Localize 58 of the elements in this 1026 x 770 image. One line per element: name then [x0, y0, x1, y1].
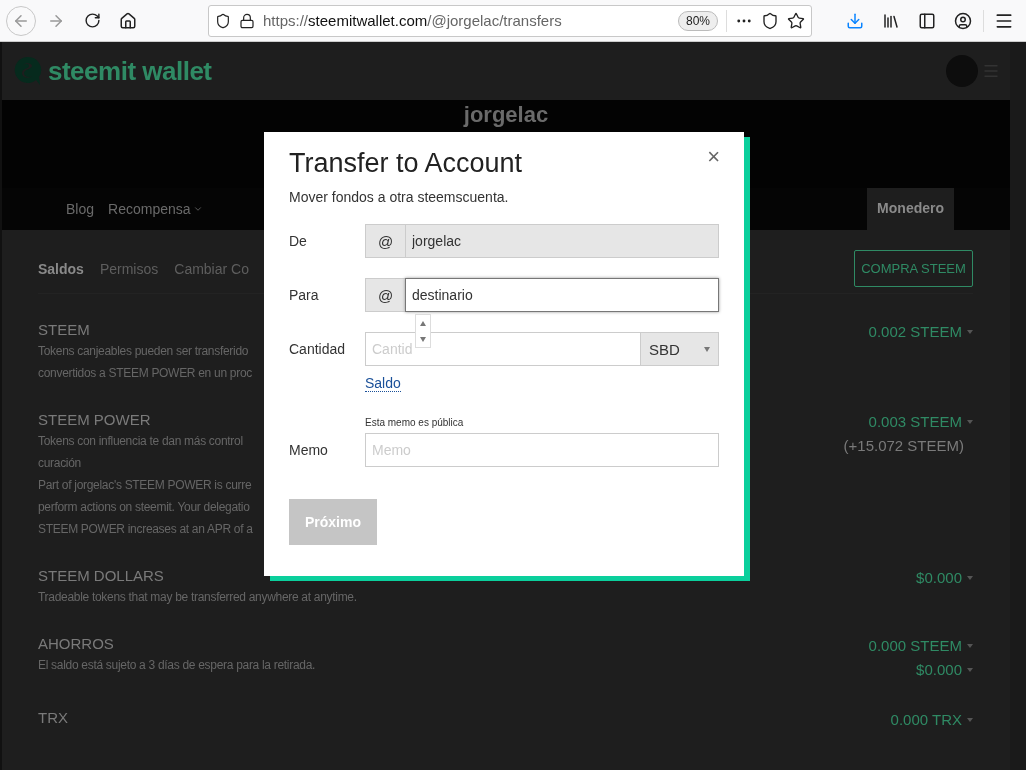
- address-bar[interactable]: https://steemitwallet.com/@jorgelac/transfers 80%: [208, 4, 812, 37]
- logo-icon: [12, 55, 42, 87]
- close-button[interactable]: ×: [707, 144, 720, 170]
- field-label: Para: [289, 287, 320, 303]
- balance-amount[interactable]: 0.003 STEEM: [868, 410, 973, 434]
- account-icon: [954, 11, 972, 30]
- currency-select[interactable]: SBD: [641, 332, 719, 366]
- balance-description: Part of jorgelac's STEEM POWER is curre: [38, 477, 253, 494]
- field-label: De: [289, 233, 308, 249]
- balance-name: STEEM: [38, 320, 91, 340]
- at-prefix: @: [365, 224, 405, 258]
- balance-amount[interactable]: 0.000 STEEM: [868, 634, 973, 658]
- balance-name: TRX: [38, 708, 68, 728]
- wallet-subtab[interactable]: Cambiar Co: [174, 260, 249, 277]
- lock-icon: [239, 12, 255, 29]
- wallet-subtab[interactable]: Saldos: [38, 260, 84, 277]
- reload-icon: [83, 12, 101, 29]
- balance-description: El saldo está sujeto a 3 días de espera para la retirada.: [38, 657, 316, 674]
- field-label: Memo: [289, 442, 329, 458]
- balance-description: Tokens canjeables pueden ser transferido: [38, 343, 250, 360]
- balance-amount: (+15.072 STEEM): [843, 436, 964, 456]
- balance-description: Tradeable tokens that may be transferred anywhere at anytime.: [38, 589, 357, 606]
- nav-link[interactable]: Recompensa: [108, 201, 203, 230]
- balance-description: Tokens con influencia te dan más control: [38, 433, 244, 450]
- at-prefix: @: [365, 278, 405, 312]
- spinner-control[interactable]: [415, 314, 431, 348]
- home-icon: [119, 11, 137, 30]
- url-text: https://steemitwallet.com/@jorgelac/transfers: [263, 12, 563, 29]
- balance-description: perform actions on steemit. Your delegatio: [38, 499, 251, 516]
- caret-icon: [192, 204, 203, 214]
- download-icon: [846, 11, 864, 30]
- wallet-subtab[interactable]: Permisos: [99, 260, 159, 277]
- dialog-title: Transfer to Account: [289, 148, 523, 179]
- sidebar-icon: [918, 11, 936, 30]
- balance-name: STEEM DOLLARS: [38, 566, 165, 586]
- shield-icon: [215, 12, 231, 29]
- balance-link[interactable]: Saldo: [365, 375, 401, 392]
- field-label: Cantidad: [289, 341, 347, 357]
- balance-description: STEEM POWER increases at an APR of a: [38, 521, 253, 538]
- balance-amount[interactable]: $0.000: [916, 658, 973, 682]
- memo-hint: Esta memo es pública: [365, 417, 464, 428]
- bookmark-star-icon[interactable]: [787, 11, 805, 30]
- buy-steem-button[interactable]: COMPRA STEEM: [854, 250, 973, 287]
- balance-amount[interactable]: 0.002 STEEM: [868, 320, 973, 344]
- profile-username: jorgelac: [463, 102, 549, 128]
- username-field[interactable]: destinario: [405, 278, 719, 312]
- balance-name: AHORROS: [38, 634, 115, 654]
- library-icon: [882, 11, 900, 30]
- zoom-level[interactable]: 80%: [677, 10, 718, 31]
- balance-name: STEEM POWER: [38, 410, 152, 430]
- nav-link[interactable]: Blog: [66, 201, 95, 230]
- site-logo[interactable]: steemit wallet: [48, 55, 212, 87]
- balance-description: curación: [38, 455, 82, 472]
- wallet-tab[interactable]: Monedero: [867, 188, 954, 230]
- dialog-subtitle: Mover fondos a otra steemscuenta.: [289, 189, 510, 205]
- balance-amount[interactable]: $0.000: [916, 566, 973, 590]
- balance-description: convertidos a STEEM POWER en un proc: [38, 365, 252, 382]
- balance-amount[interactable]: 0.000 TRX: [890, 708, 973, 732]
